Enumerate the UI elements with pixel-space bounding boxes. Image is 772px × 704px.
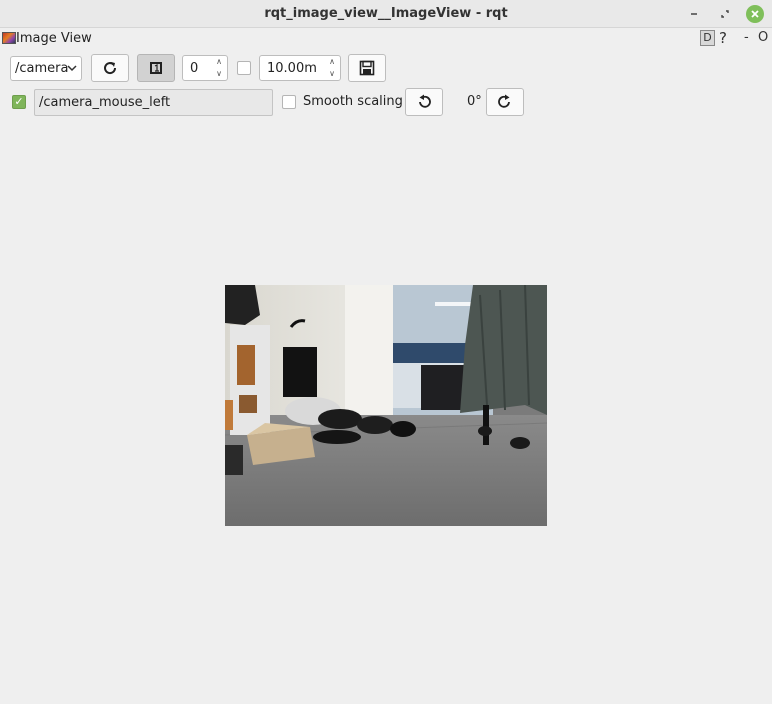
save-icon [359, 60, 375, 76]
publish-topic-field[interactable]: /camera_mouse_left [34, 89, 273, 116]
dock-d-button[interactable]: D [700, 30, 715, 46]
plugin-minimize-button[interactable]: - [744, 30, 749, 45]
window-title: rqt_image_view__ImageView - rqt [264, 6, 508, 21]
spin-down-icon[interactable]: ∨ [326, 69, 338, 79]
topic-combo[interactable]: /camera [10, 56, 82, 81]
smooth-scaling-label: Smooth scaling [303, 94, 403, 109]
help-button[interactable]: ? [719, 29, 727, 47]
dynamic-range-checkbox[interactable] [237, 61, 251, 75]
refresh-topics-button[interactable] [91, 54, 129, 82]
camera-image-content [225, 285, 547, 526]
topic-combo-value: /camera [15, 61, 69, 76]
close-icon [751, 10, 759, 18]
camera-image[interactable] [225, 285, 547, 526]
publish-click-checkbox[interactable]: ✓ [12, 95, 26, 109]
image-view-plugin-icon [2, 32, 16, 44]
zoom-one-icon [150, 62, 162, 74]
minimize-window-button[interactable] [685, 5, 703, 23]
restore-icon [721, 10, 729, 18]
minimize-icon [691, 13, 697, 15]
num-gridlines-spinbox[interactable]: 0 ∧ ∨ [182, 55, 228, 81]
chevron-down-icon [67, 65, 77, 72]
spin-up-icon[interactable]: ∧ [326, 57, 338, 67]
spin-up-icon[interactable]: ∧ [213, 57, 225, 67]
rotate-right-icon [498, 94, 510, 108]
save-image-button[interactable] [348, 54, 386, 82]
plugin-options-button[interactable]: O [758, 30, 768, 45]
max-range-spinbox[interactable]: 10.00m ∧ ∨ [259, 55, 341, 81]
window-titlebar: rqt_image_view__ImageView - rqt [0, 0, 772, 28]
smooth-scaling-checkbox[interactable] [282, 95, 296, 109]
rotate-left-icon [419, 94, 431, 108]
num-gridlines-value: 0 [190, 61, 199, 76]
rotate-right-button[interactable] [486, 88, 524, 116]
rotation-label: 0° [467, 94, 482, 109]
publish-topic-value: /camera_mouse_left [39, 95, 171, 110]
rotate-left-button[interactable] [405, 88, 443, 116]
refresh-icon [104, 62, 117, 75]
restore-window-button[interactable] [716, 5, 734, 23]
plugin-title: Image View [16, 31, 92, 46]
plugin-header: Image View D ? - O [0, 29, 772, 49]
max-range-value: 10.00m [267, 61, 317, 76]
close-window-button[interactable] [746, 5, 764, 23]
spin-down-icon[interactable]: ∨ [213, 69, 225, 79]
zoom-one-button[interactable] [137, 54, 175, 82]
